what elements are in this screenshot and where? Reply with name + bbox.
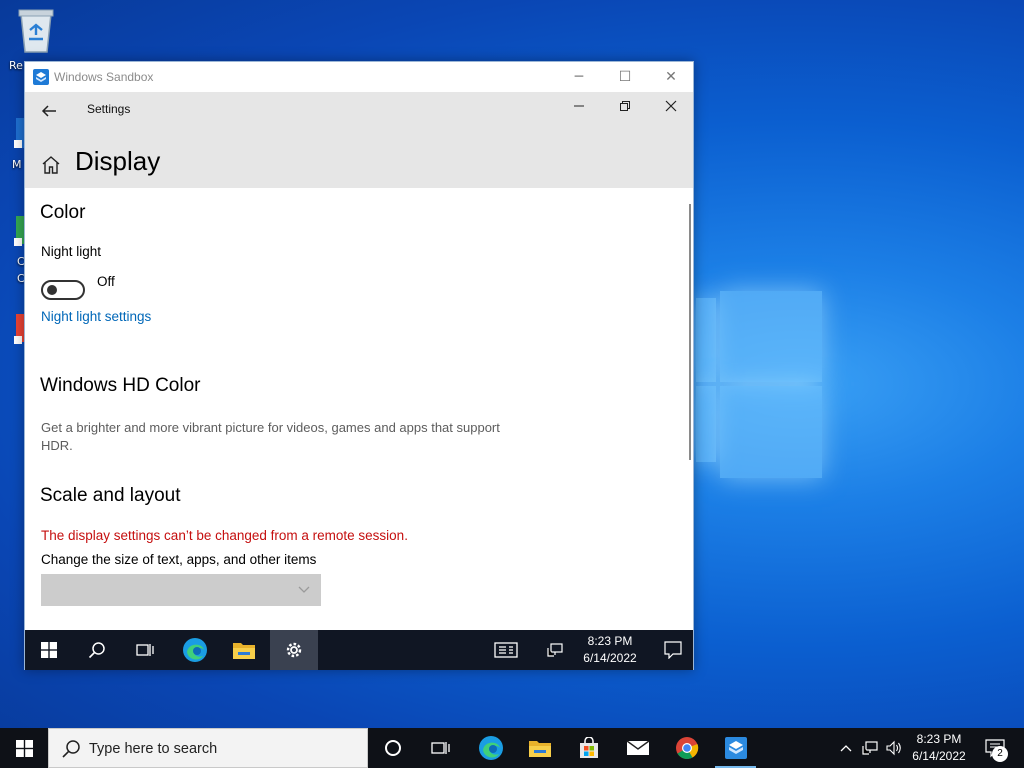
settings-app: Settings Display Color Night light Off N… — [25, 92, 693, 630]
sandbox-taskbar: 8:23 PM 6/14/2022 — [25, 630, 693, 670]
search-box[interactable]: Type here to search — [48, 728, 368, 768]
settings-header: Settings Display — [25, 92, 693, 188]
taskbar-date: 6/14/2022 — [912, 749, 966, 763]
section-heading-hd-color: Windows HD Color — [40, 375, 201, 396]
settings-restore-button[interactable] — [602, 96, 648, 122]
sandbox-start-button[interactable] — [25, 630, 73, 670]
sandbox-close-button[interactable]: ✕ — [648, 62, 694, 92]
sandbox-network-icon[interactable] — [543, 630, 567, 670]
minimize-icon — [574, 105, 584, 107]
search-icon — [62, 740, 80, 758]
search-placeholder: Type here to search — [89, 741, 218, 757]
file-explorer-icon — [233, 643, 255, 659]
sandbox-app-icon — [33, 69, 49, 85]
task-view-button[interactable] — [416, 728, 465, 768]
remote-session-warning: The display settings can’t be changed fr… — [41, 528, 408, 543]
network-tray-button[interactable] — [858, 728, 882, 768]
night-light-state: Off — [97, 274, 115, 289]
taskbar-clock[interactable]: 8:23 PM 6/14/2022 — [904, 731, 974, 765]
sandbox-settings-button[interactable] — [270, 630, 318, 670]
notification-icon — [664, 641, 682, 659]
sandbox-time: 8:23 PM — [587, 634, 633, 648]
sandbox-clock[interactable]: 8:23 PM 6/14/2022 — [575, 633, 645, 667]
sandbox-icon — [724, 737, 747, 759]
taskbar-time: 8:23 PM — [916, 732, 962, 746]
sandbox-titlebar[interactable]: Windows Sandbox ─ ☐ ✕ — [25, 62, 693, 92]
back-arrow-icon — [41, 105, 56, 117]
windows-start-icon — [15, 739, 33, 757]
night-light-settings-link[interactable]: Night light settings — [41, 309, 151, 324]
sandbox-maximize-button[interactable]: ☐ — [602, 62, 648, 92]
edge-icon — [183, 638, 207, 662]
scrollbar[interactable] — [689, 204, 691, 460]
settings-content: Color Night light Off Night light settin… — [25, 188, 693, 630]
chrome-icon — [675, 737, 698, 759]
restore-icon — [620, 101, 630, 111]
action-center-button[interactable]: 2 — [980, 728, 1010, 768]
section-heading-scale: Scale and layout — [40, 485, 181, 506]
mail-button[interactable] — [613, 728, 662, 768]
gear-icon — [286, 642, 302, 658]
hd-color-description: Get a brighter and more vibrant picture … — [41, 420, 500, 453]
night-light-toggle[interactable] — [41, 280, 85, 300]
sandbox-task-view-button[interactable] — [121, 630, 169, 670]
edge-icon — [478, 736, 503, 760]
sandbox-window: Windows Sandbox ─ ☐ ✕ Settings Display C… — [24, 61, 694, 670]
notification-count-badge: 2 — [992, 746, 1008, 762]
night-light-label: Night light — [41, 244, 102, 259]
file-explorer-button[interactable] — [515, 728, 564, 768]
edge-button[interactable] — [466, 728, 515, 768]
chevron-up-icon — [840, 745, 852, 752]
close-icon — [665, 100, 677, 112]
sandbox-news-button[interactable] — [482, 630, 530, 670]
sandbox-window-title: Windows Sandbox — [54, 70, 154, 84]
recycle-bin-icon[interactable] — [14, 6, 68, 58]
windows-sandbox-button[interactable] — [711, 728, 760, 768]
store-button[interactable] — [564, 728, 613, 768]
chrome-button[interactable] — [662, 728, 711, 768]
store-icon — [579, 737, 598, 758]
task-view-icon — [430, 742, 450, 754]
sandbox-edge-button[interactable] — [171, 630, 219, 670]
scale-size-dropdown[interactable] — [41, 574, 321, 606]
settings-minimize-button[interactable] — [556, 96, 602, 122]
network-icon — [862, 741, 878, 755]
chevron-down-icon — [298, 586, 310, 593]
show-hidden-icons-button[interactable] — [834, 728, 858, 768]
news-icon — [494, 642, 518, 658]
desktop-icon-label: M — [12, 158, 22, 171]
speaker-icon — [886, 740, 901, 756]
sandbox-notifications-button[interactable] — [649, 630, 697, 670]
desktop-icon-label: Re — [9, 59, 23, 72]
settings-app-name: Settings — [87, 102, 131, 116]
desktop-windows-logo — [696, 288, 824, 480]
cortana-icon — [384, 740, 401, 756]
page-title: Display — [75, 146, 161, 176]
settings-close-button[interactable] — [648, 96, 693, 122]
task-view-icon — [136, 644, 154, 656]
file-explorer-icon — [528, 741, 551, 757]
volume-tray-button[interactable] — [882, 728, 906, 768]
cortana-button[interactable] — [368, 728, 417, 768]
windows-start-icon — [41, 642, 57, 658]
section-heading-color: Color — [40, 202, 86, 223]
sandbox-search-button[interactable] — [73, 630, 121, 670]
home-icon — [42, 156, 60, 174]
taskbar: Type here to search 8:23 PM 6/14/2022 2 — [0, 728, 1024, 768]
sandbox-minimize-button[interactable]: ─ — [556, 62, 602, 92]
start-button[interactable] — [0, 728, 48, 768]
mail-icon — [626, 740, 649, 755]
sandbox-date: 6/14/2022 — [583, 651, 637, 665]
scale-size-label: Change the size of text, apps, and other… — [41, 552, 317, 567]
back-button[interactable] — [37, 99, 61, 123]
toggle-knob — [47, 285, 57, 295]
home-button[interactable] — [40, 154, 62, 176]
sandbox-file-explorer-button[interactable] — [220, 630, 268, 670]
search-icon — [88, 642, 105, 659]
